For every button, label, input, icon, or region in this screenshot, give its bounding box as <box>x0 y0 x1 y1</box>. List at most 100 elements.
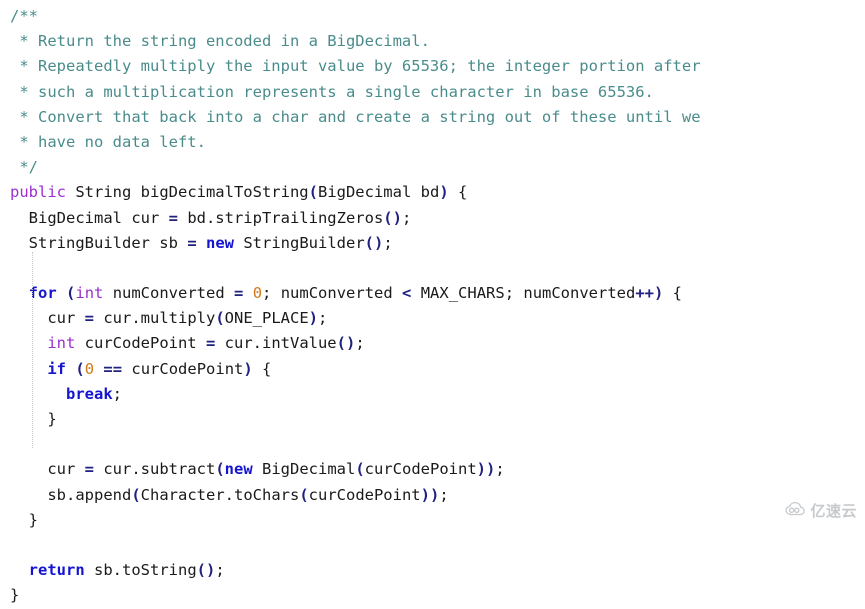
code-token-operator: = <box>187 233 197 252</box>
code-token-number: 0 <box>84 359 95 378</box>
code-viewer[interactable]: /** * Return the string encoded in a Big… <box>0 0 865 604</box>
code-token-modifier: int <box>75 284 104 303</box>
code-line[interactable]: */ <box>0 155 865 180</box>
code-token-comment: * Repeatedly multiply the input value by… <box>10 57 701 76</box>
code-token-plain: BigDecimal bd <box>317 183 440 202</box>
code-token-operator: ) <box>439 183 449 202</box>
code-line[interactable]: } <box>0 407 865 432</box>
code-line[interactable] <box>0 256 865 281</box>
code-token-keyword: if <box>47 359 66 378</box>
code-content[interactable]: /** * Return the string encoded in a Big… <box>0 4 865 609</box>
code-token-operator: = <box>84 460 94 479</box>
code-token-operator: = <box>205 334 216 353</box>
code-token-operator: = <box>234 284 244 303</box>
code-token-plain: cur.multiply <box>94 309 216 328</box>
code-token-plain: ; <box>355 334 365 353</box>
code-token-keyword: return <box>28 561 85 580</box>
code-token-plain: numConverted <box>103 284 235 303</box>
code-token-keyword: new <box>224 460 253 479</box>
code-line[interactable]: sb.append(Character.toChars(curCodePoint… <box>0 483 865 508</box>
code-token-plain: ; <box>439 485 449 504</box>
code-line[interactable]: if (0 == curCodePoint) { <box>0 357 865 382</box>
code-token-plain: sb.append <box>10 485 132 504</box>
code-line[interactable]: return sb.toString(); <box>0 558 865 583</box>
watermark-text: 亿速云 <box>810 502 857 520</box>
code-token-operator: = <box>168 208 178 227</box>
code-line[interactable] <box>0 432 865 457</box>
code-line[interactable]: * Return the string encoded in a BigDeci… <box>0 29 865 54</box>
code-token-plain: curCodePoint <box>364 460 477 479</box>
code-token-comment: * have no data left. <box>10 132 206 151</box>
code-line[interactable]: cur = cur.multiply(ONE_PLACE); <box>0 306 865 331</box>
code-line[interactable] <box>0 533 865 558</box>
code-token-plain: curCodePoint <box>308 485 421 504</box>
code-line[interactable]: } <box>0 583 865 608</box>
code-token-plain: cur.intValue <box>215 334 337 353</box>
code-token-comment: * Convert that back into a char and crea… <box>10 107 701 126</box>
code-token-operator: ( <box>75 359 85 378</box>
code-line[interactable]: StringBuilder sb = new StringBuilder(); <box>0 231 865 256</box>
code-token-plain: cur <box>10 460 85 479</box>
code-token-plain: sb.toString <box>84 561 197 580</box>
code-token-plain: } <box>10 410 57 428</box>
code-token-operator: () <box>196 561 216 580</box>
code-token-plain: StringBuilder <box>234 233 365 252</box>
code-token-comment: * such a multiplication represents a sin… <box>10 82 654 101</box>
code-token-plain: ; <box>215 561 225 580</box>
code-line[interactable]: * Repeatedly multiply the input value by… <box>0 54 865 79</box>
code-line[interactable]: BigDecimal cur = bd.stripTrailingZeros()… <box>0 206 865 231</box>
code-token-plain: ; <box>383 233 393 252</box>
code-token-plain: MAX_CHARS; numConverted <box>411 284 636 303</box>
code-token-plain: Character.toChars <box>140 485 300 504</box>
code-token-plain: ; <box>112 384 123 403</box>
code-line[interactable]: /** <box>0 4 865 29</box>
code-token-keyword: for <box>28 284 57 303</box>
code-token-operator: )) <box>476 460 496 479</box>
code-token-plain: StringBuilder sb <box>10 233 188 252</box>
code-line[interactable]: public String bigDecimalToString(BigDeci… <box>0 180 865 205</box>
code-token-comment: */ <box>10 158 38 177</box>
code-line[interactable]: } <box>0 508 865 533</box>
code-token-comment: /** <box>10 7 38 25</box>
code-token-operator: () <box>364 233 384 252</box>
code-token-plain: bd.stripTrailingZeros <box>177 208 384 227</box>
code-token-operator: ( <box>299 485 309 504</box>
code-token-operator: == <box>103 359 123 378</box>
code-line[interactable]: int curCodePoint = cur.intValue(); <box>0 331 865 356</box>
code-line[interactable]: for (int numConverted = 0; numConverted … <box>0 281 865 306</box>
code-line[interactable]: * such a multiplication represents a sin… <box>0 80 865 105</box>
code-token-number: 0 <box>252 284 263 303</box>
code-token-plain: curCodePoint <box>75 334 206 353</box>
code-token-operator: = <box>84 309 94 328</box>
code-line[interactable]: * Convert that back into a char and crea… <box>0 105 865 130</box>
code-token-keyword: break <box>66 384 113 403</box>
code-line[interactable]: * have no data left. <box>0 130 865 155</box>
code-token-operator: ( <box>308 183 318 202</box>
code-token-plain: { <box>663 284 683 303</box>
code-line[interactable]: break; <box>0 382 865 407</box>
code-token-operator: < <box>402 284 412 303</box>
code-token-operator: () <box>336 334 356 353</box>
code-token-operator: ) <box>308 309 319 328</box>
code-token-comment: * Return the string encoded in a BigDeci… <box>10 32 430 51</box>
code-line[interactable]: cur = cur.subtract(new BigDecimal(curCod… <box>0 457 865 482</box>
code-token-operator: ( <box>215 460 225 479</box>
code-token-plain: cur.subtract <box>94 460 216 479</box>
code-token-modifier: public <box>10 183 66 202</box>
code-token-plain: ; numConverted <box>262 284 403 303</box>
watermark: 亿速云 <box>784 500 857 521</box>
code-token-operator: ( <box>66 284 76 303</box>
code-token-operator: () <box>383 208 402 227</box>
code-token-plain: ; <box>495 460 505 479</box>
code-token-plain: ; <box>318 309 328 328</box>
code-token-plain: BigDecimal <box>252 460 356 479</box>
code-token-modifier: int <box>47 334 76 353</box>
